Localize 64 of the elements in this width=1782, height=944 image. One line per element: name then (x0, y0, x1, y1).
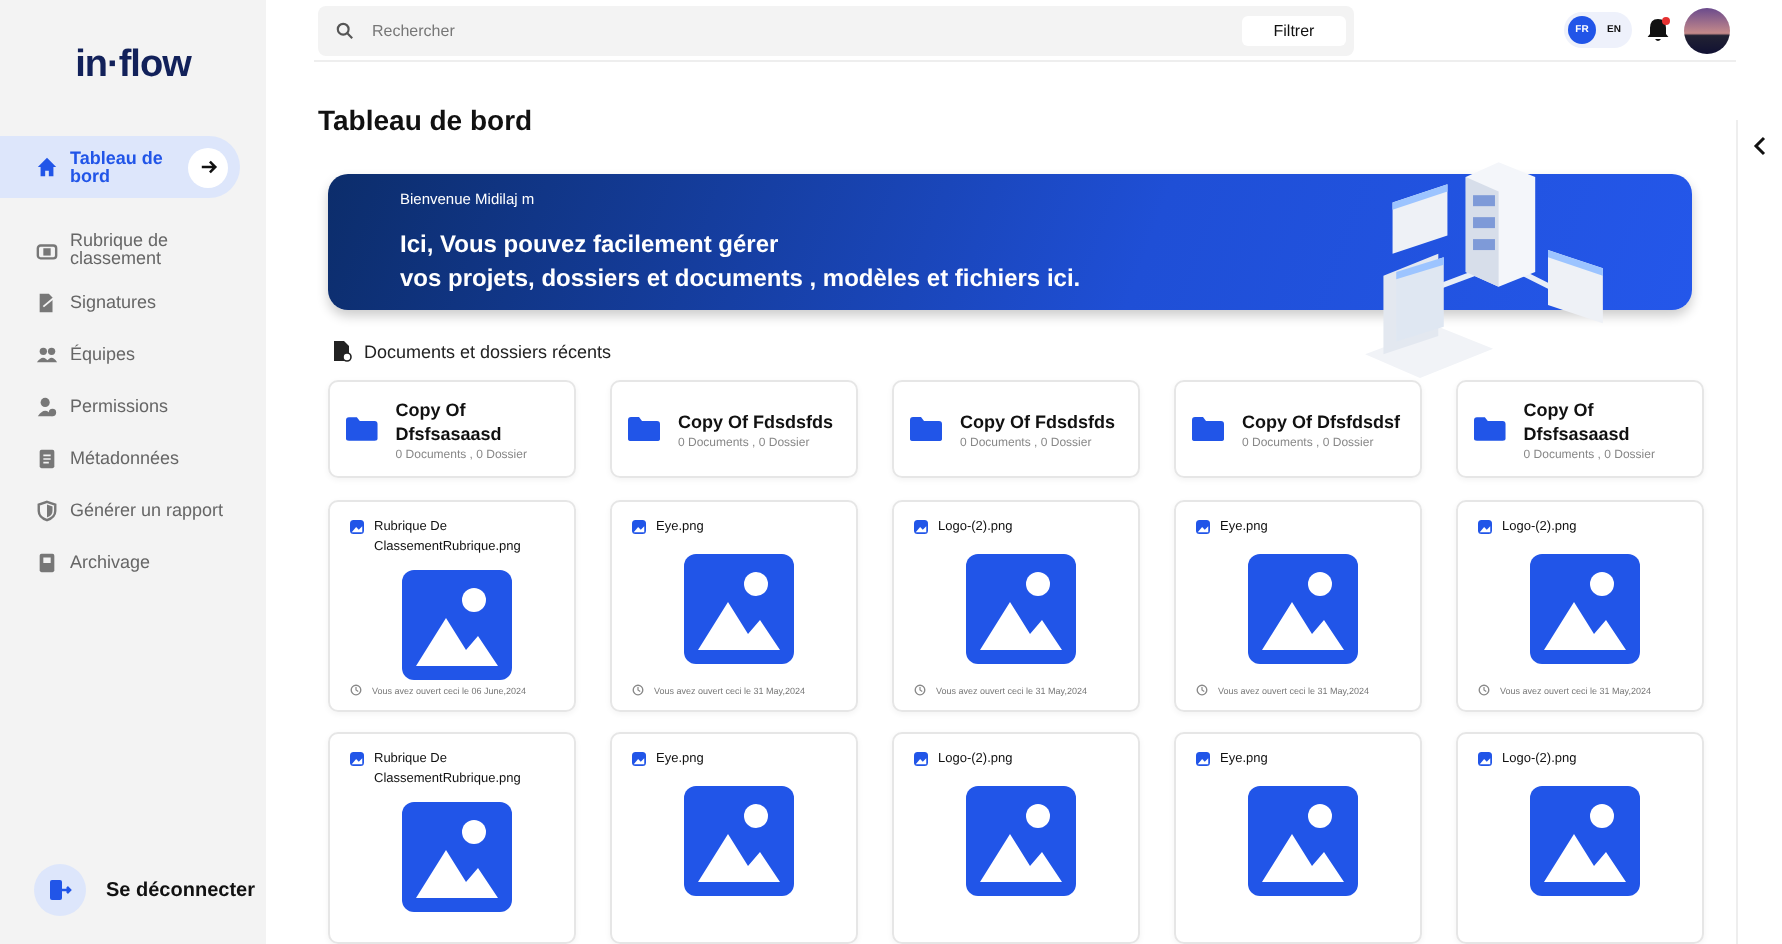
image-thumbnail-icon (683, 786, 793, 896)
sidebar-item[interactable]: Générer un rapport (0, 490, 266, 530)
image-file-icon (1478, 752, 1492, 766)
shield-icon (36, 499, 58, 521)
sidebar-item[interactable]: Métadonnées (0, 438, 266, 478)
collapse-chevron-icon[interactable] (1752, 136, 1768, 156)
image-thumbnail-icon (683, 554, 793, 664)
history-icon (914, 684, 926, 696)
folder-name: Copy Of Dfsfsasaasd (395, 397, 504, 445)
sidebar-item[interactable]: Archivage (0, 542, 266, 582)
sidebar-item[interactable]: Équipes (0, 334, 266, 374)
folder-name: Copy Of Dfsfsasaasd (1523, 397, 1632, 445)
sidebar-item[interactable]: Rubrique de classement (0, 230, 266, 270)
search-field[interactable]: Rechercher Filtrer (318, 5, 1354, 56)
image-thumbnail-icon (965, 554, 1075, 664)
sidebar-item[interactable]: Permissions (0, 386, 266, 426)
logout-icon (48, 878, 72, 902)
history-icon (350, 684, 362, 696)
image-thumbnail-icon (401, 802, 511, 912)
image-thumbnail-icon (1247, 786, 1357, 896)
history-icon (1196, 684, 1208, 696)
section-title: Documents et dossiers récents (364, 341, 612, 361)
image-file-icon (632, 752, 646, 766)
folder-icon (628, 416, 660, 442)
metadata-icon (36, 447, 58, 469)
welcome-message: Ici, Vous pouvez facilement gérer vos projets, dossiers et documents , modèles et fichiers ici. (400, 227, 1083, 296)
image-file-icon (914, 752, 928, 766)
folder-name: Copy Of Fdsdsfds (678, 409, 834, 433)
home-icon (36, 156, 58, 178)
document-icon (332, 340, 352, 362)
archive-icon (36, 551, 58, 573)
image-thumbnail-icon (1247, 554, 1357, 664)
folder-icon (1474, 416, 1506, 442)
permission-icon (36, 395, 58, 417)
page-title: Tableau de bord (318, 104, 535, 137)
sidebar-item[interactable]: Signatures (0, 282, 266, 322)
search-icon (336, 21, 354, 40)
image-file-icon (350, 752, 364, 766)
image-file-icon (1478, 520, 1492, 534)
avatar[interactable] (1684, 7, 1730, 54)
image-thumbnail-icon (965, 786, 1075, 896)
notification-bell-icon[interactable] (1644, 16, 1672, 45)
image-file-icon (632, 520, 646, 534)
inflow-logo: in·flow (75, 44, 191, 88)
image-thumbnail-icon (401, 570, 511, 680)
arrow-right-icon (199, 158, 217, 176)
folder-name: Copy Of Dfsfdsdsf (1242, 409, 1401, 433)
sidebar-item[interactable]: Tableau de bord (0, 136, 240, 198)
image-file-icon (350, 520, 364, 534)
folder-icon (1192, 416, 1224, 442)
history-icon (632, 684, 644, 696)
image-thumbnail-icon (1529, 554, 1639, 664)
folder-icon (910, 416, 942, 442)
team-icon (36, 343, 58, 365)
image-file-icon (1196, 752, 1210, 766)
folder-name: Copy Of Fdsdsfds (960, 409, 1116, 433)
logout-button[interactable]: Se déconnecter (34, 864, 266, 916)
image-file-icon (914, 520, 928, 534)
history-icon (1478, 684, 1490, 696)
signature-icon (36, 291, 58, 313)
folder-icon (346, 416, 378, 442)
image-file-icon (1196, 520, 1210, 534)
image-thumbnail-icon (1529, 786, 1639, 896)
filter-button[interactable]: Filtrer (1242, 15, 1346, 46)
